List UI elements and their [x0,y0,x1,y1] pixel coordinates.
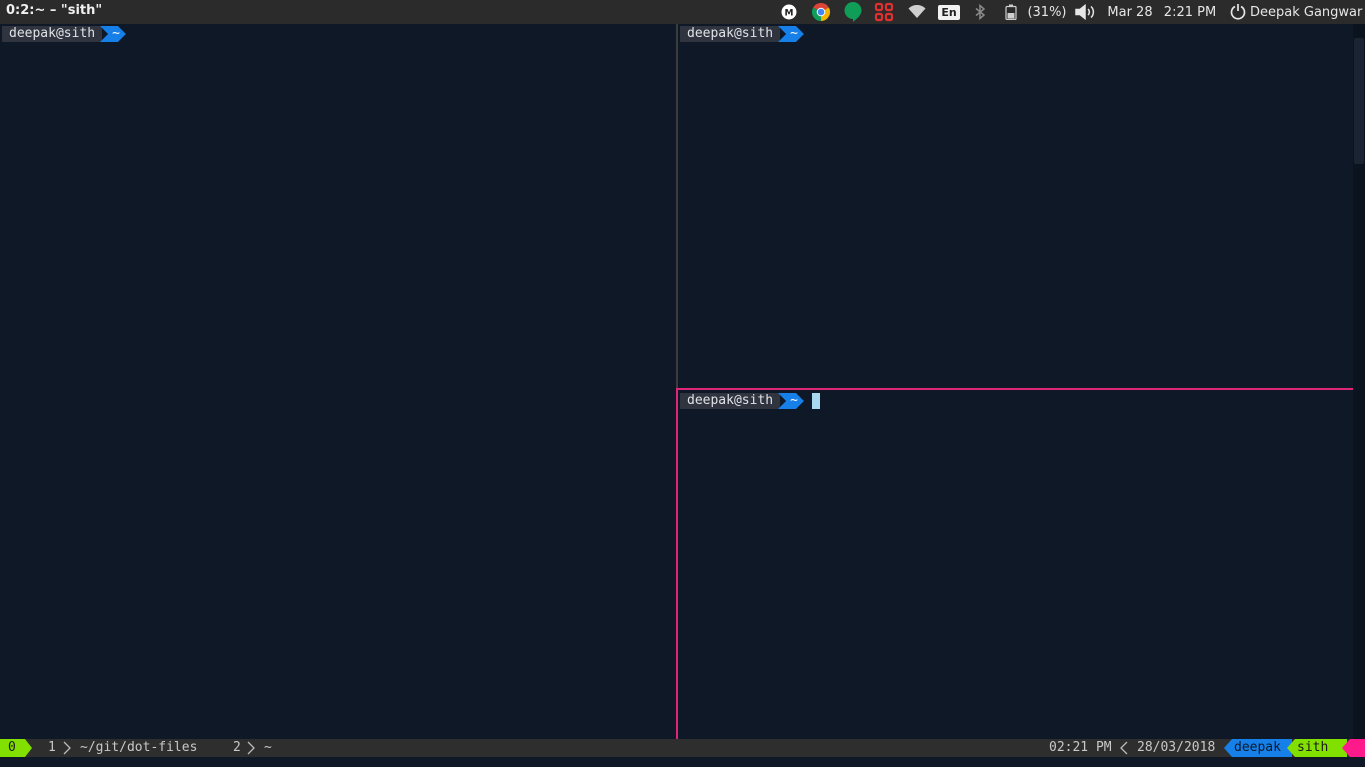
status-separator-icon [1118,739,1130,757]
chrome-icon[interactable] [810,0,832,24]
prompt-user-host: deepak@sith [2,26,103,42]
panel-date[interactable]: Mar 28 [1104,0,1156,24]
window-index-2[interactable]: 2 [233,739,241,757]
window-path-2[interactable]: ~ [264,739,272,757]
status-bottom-strip [0,757,1365,767]
status-user: deepak [1224,739,1292,757]
battery-percentage: (31%) [1027,4,1067,20]
active-pane-border-horizontal[interactable] [676,388,1353,390]
hangouts-icon[interactable] [842,0,864,24]
session-index[interactable]: 0 [0,739,32,757]
text-cursor [811,393,820,409]
top-panel: 0:2:~ – "sith" M En (31%) Mar 28 2:21 PM… [0,0,1365,24]
scrollbar-thumb[interactable] [1354,38,1364,164]
shell-prompt: deepak@sith ~ [680,393,820,409]
status-time: 02:21 PM [1049,740,1112,755]
app-grid-icon[interactable] [873,0,895,24]
window-index-1[interactable]: 1 [48,739,56,757]
tmux-terminal: deepak@sith ~ deepak@sith ~ deepak@sith … [0,24,1365,739]
volume-icon[interactable] [1074,0,1098,24]
prompt-user-host: deepak@sith [680,393,781,409]
en-keyboard-icon[interactable]: En [938,0,960,24]
pane-top-right[interactable]: deepak@sith ~ [678,24,1353,388]
pane-left[interactable]: deepak@sith ~ [0,24,676,739]
power-icon[interactable] [1227,0,1249,24]
window-path-1[interactable]: ~/git/dot-files [80,739,197,757]
window-separator-icon [61,739,73,757]
battery-icon[interactable] [1002,0,1020,24]
pane-bottom-right-active[interactable]: deepak@sith ~ [678,391,1353,739]
keyboard-layout-label: En [938,4,960,20]
shell-prompt: deepak@sith ~ [2,26,126,42]
window-separator-icon [245,739,257,757]
m-icon[interactable]: M [780,0,798,24]
status-date: 28/03/2018 [1137,740,1216,755]
panel-clock[interactable]: 2:21 PM [1160,0,1220,24]
shell-prompt: deepak@sith ~ [680,26,804,42]
prompt-directory: ~ [778,26,804,42]
panel-user-name[interactable]: Deepak Gangwar [1250,0,1365,24]
status-host: sith [1287,739,1347,757]
svg-text:M: M [785,9,794,19]
bluetooth-icon[interactable] [970,0,990,24]
prompt-user-host: deepak@sith [680,26,781,42]
tmux-status-bar: 0 1 ~/git/dot-files 2 ~ 02:21 PM 28/03/2… [0,739,1365,757]
prompt-directory: ~ [100,26,126,42]
prompt-directory: ~ [778,393,804,409]
window-title: 0:2:~ – "sith" [6,3,103,18]
wifi-icon[interactable] [906,0,928,24]
